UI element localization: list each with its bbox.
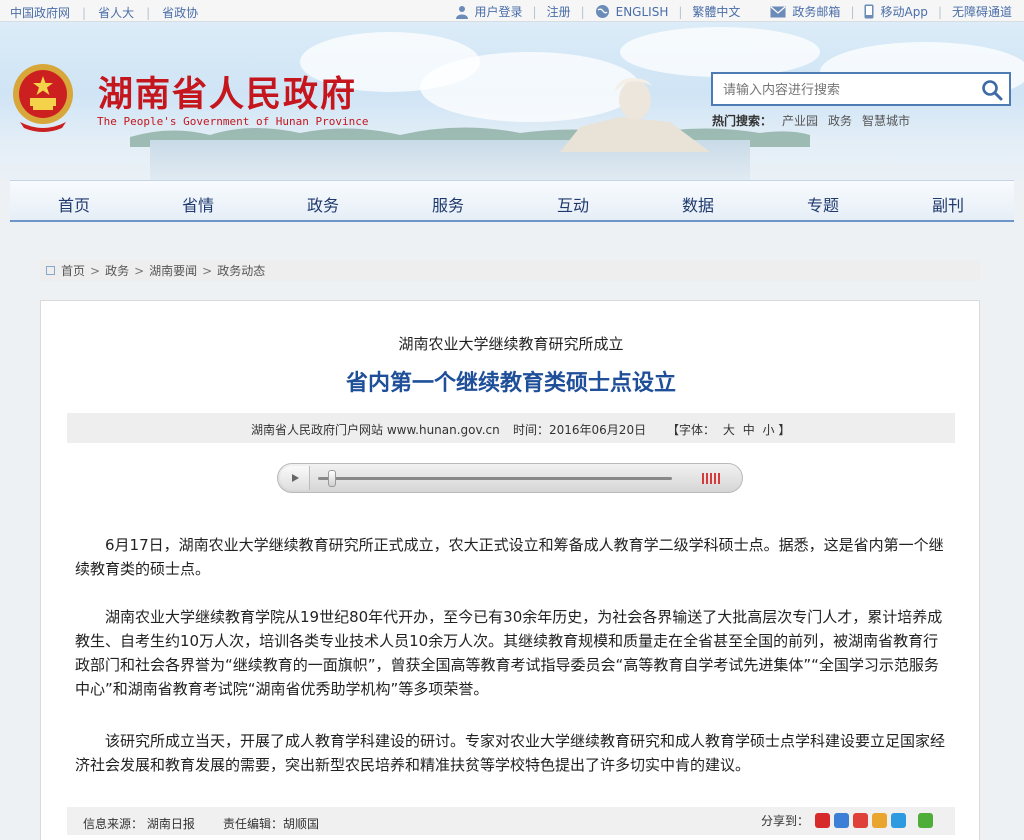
search-icon[interactable] <box>981 79 1003 101</box>
info-source: 信息来源： 湖南日报 <box>83 817 195 831</box>
article-subtitle: 湖南农业大学继续教育研究所成立 <box>398 335 624 353</box>
mobile-app-link[interactable]: 移动App <box>864 3 928 20</box>
responsible-editor: 责任编辑：胡顺国 <box>223 817 320 831</box>
audio-player <box>277 463 743 493</box>
accessibility-link[interactable]: 无障碍通道 <box>952 3 1012 20</box>
header-banner: 湖南省人民政府 The People's Government of Hunan… <box>0 22 1024 180</box>
hot-search-item[interactable]: 智慧城市 <box>862 112 910 129</box>
national-emblem-icon <box>13 64 73 132</box>
hot-search-item[interactable]: 政务 <box>828 112 852 129</box>
main-nav: 首页 省情 政务 服务 互动 数据 专题 副刊 <box>10 180 1014 222</box>
traditional-chinese-link[interactable]: 繁體中文 <box>692 3 740 20</box>
font-size-large[interactable]: 大 <box>723 423 735 437</box>
hot-searches-label: 热门搜索： <box>712 114 773 128</box>
link-cppcc[interactable]: 省政协 <box>162 4 198 21</box>
mobile-icon <box>864 4 874 19</box>
share-label: 分享到： <box>761 814 810 828</box>
article-footer: 信息来源： 湖南日报 责任编辑：胡顺国 分享到： <box>67 807 955 835</box>
divider: | <box>146 5 151 20</box>
progress-handle[interactable] <box>328 470 336 487</box>
hot-searches: 热门搜索： 产业园 政务 智慧城市 <box>712 112 920 129</box>
english-link[interactable]: ENGLISH <box>595 4 668 19</box>
article-title: 省内第一个继续教育类硕士点设立 <box>345 371 676 396</box>
progress-track[interactable] <box>318 477 672 480</box>
mail-icon <box>770 6 786 17</box>
article-panel: 湖南农业大学继续教育研究所成立 省内第一个继续教育类硕士点设立 湖南省人民政府门… <box>40 300 980 840</box>
share-tencent-icon[interactable] <box>891 813 907 828</box>
monument-statue <box>560 78 710 152</box>
site-title: 湖南省人民政府 <box>98 74 358 115</box>
user-icon <box>455 5 468 19</box>
breadcrumb-square-icon <box>46 266 55 275</box>
font-size-control: 【字体： 大 中 小 】 <box>667 423 791 437</box>
top-utility-bar: 中国政府网 | 省人大 | 省政协 用户登录 | 注册 | ENGLISH | … <box>0 0 1024 22</box>
paragraph: 湖南农业大学继续教育学院从19世纪80年代开办，至今已有30余年历史，为社会各界… <box>75 608 943 698</box>
breadcrumb: 首页 > 政务 > 湖南要闻 > 政务动态 <box>40 260 980 281</box>
login-link[interactable]: 用户登录 <box>455 3 523 20</box>
paragraph: 该研究所成立当天，开展了成人教育学科建设的研讨。专家对农业大学继续教育研究和成人… <box>75 732 946 774</box>
share-renren-icon[interactable] <box>872 813 888 828</box>
hot-search-item[interactable]: 产业园 <box>782 112 818 129</box>
publish-time: 时间：2016年06月20日 <box>513 423 647 437</box>
breadcrumb-gov-updates[interactable]: 政务动态 <box>217 262 265 279</box>
source-site: 湖南省人民政府门户网站 www.hunan.gov.cn <box>251 423 500 437</box>
share-people-icon[interactable] <box>815 813 831 828</box>
link-npc[interactable]: 省人大 <box>98 4 134 21</box>
breadcrumb-hunan-news[interactable]: 湖南要闻 <box>149 262 197 279</box>
share-bar: 分享到： <box>761 812 937 829</box>
play-button[interactable] <box>280 466 310 490</box>
breadcrumb-government[interactable]: 政务 <box>105 262 129 279</box>
nav-topics[interactable]: 专题 <box>807 192 839 216</box>
gov-mail-link[interactable]: 政务邮箱 <box>770 3 840 20</box>
cloud <box>620 27 820 77</box>
breadcrumb-home[interactable]: 首页 <box>61 262 85 279</box>
link-china-gov[interactable]: 中国政府网 <box>10 4 70 21</box>
share-more-icon[interactable] <box>918 813 934 828</box>
nav-supplement[interactable]: 副刊 <box>932 192 964 216</box>
volume-icon[interactable] <box>702 473 726 485</box>
share-weibo-icon[interactable] <box>853 813 869 828</box>
nav-home[interactable]: 首页 <box>58 192 90 216</box>
site-subtitle: The People's Government of Hunan Provinc… <box>97 115 369 128</box>
divider: | <box>82 5 87 20</box>
search-box <box>711 72 1011 106</box>
globe-icon <box>595 5 609 18</box>
register-link[interactable]: 注册 <box>547 3 571 20</box>
nav-interaction[interactable]: 互动 <box>557 192 589 216</box>
play-icon <box>292 474 299 482</box>
paragraph: 6月17日，湖南农业大学继续教育研究所正式成立，农大正式设立和筹备成人教育学二级… <box>75 536 944 578</box>
article-meta: 湖南省人民政府门户网站 www.hunan.gov.cn 时间：2016年06月… <box>67 413 955 443</box>
nav-province[interactable]: 省情 <box>182 192 214 216</box>
font-size-small[interactable]: 小 <box>763 423 775 437</box>
font-size-medium[interactable]: 中 <box>743 423 755 437</box>
share-qzone-icon[interactable] <box>834 813 850 828</box>
search-input[interactable] <box>723 80 963 100</box>
nav-services[interactable]: 服务 <box>432 192 464 216</box>
nav-data[interactable]: 数据 <box>682 192 714 216</box>
nav-government[interactable]: 政务 <box>307 192 339 216</box>
